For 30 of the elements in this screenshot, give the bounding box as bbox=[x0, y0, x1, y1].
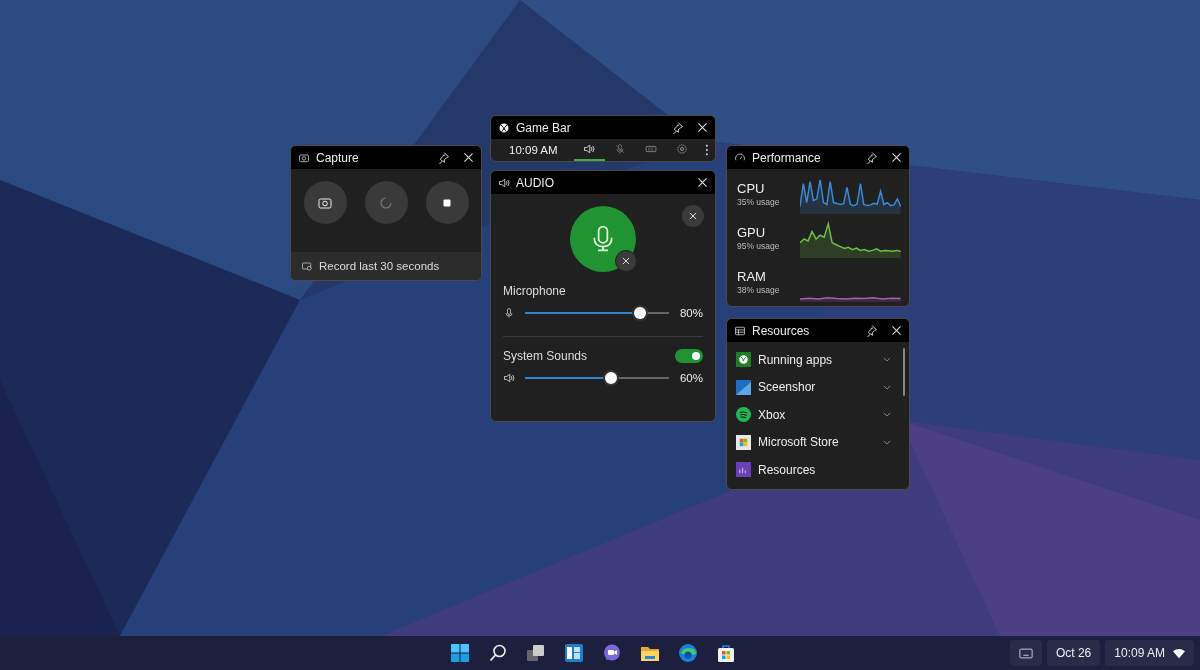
panel-title: Capture bbox=[316, 150, 359, 165]
resource-label: Sceenshor bbox=[758, 380, 817, 395]
metric-name: GPU bbox=[737, 225, 767, 240]
clock-text: 10:09 AM bbox=[1114, 646, 1165, 660]
usage-text: 35% usage bbox=[737, 197, 781, 207]
resource-item[interactable]: Running apps bbox=[736, 346, 891, 374]
volume-value: 60% bbox=[679, 372, 703, 384]
date-button[interactable]: Oct 26 bbox=[1046, 640, 1101, 666]
record-last-link[interactable]: Record last 30 seconds bbox=[319, 260, 440, 272]
metric-name: CPU bbox=[737, 181, 766, 196]
panel-title: AUDIO bbox=[516, 175, 554, 190]
system-sounds-label: System Sounds bbox=[503, 349, 588, 363]
resource-item[interactable]: Xbox bbox=[736, 401, 891, 429]
volume-value: 80% bbox=[679, 307, 703, 319]
resource-item[interactable]: Sceenshor bbox=[736, 373, 891, 401]
usage-text: 38% usage bbox=[737, 285, 781, 295]
resource-label: Running apps bbox=[758, 352, 834, 367]
panel-title: Game Bar bbox=[516, 120, 571, 135]
metric-name: RAM bbox=[737, 269, 767, 284]
resource-label: Microsoft Store bbox=[758, 435, 840, 450]
clock-button[interactable]: 10:09 AM bbox=[1105, 640, 1194, 666]
resource-item[interactable]: Resources bbox=[736, 456, 891, 484]
panel-title: Resources bbox=[752, 323, 810, 338]
resource-label: Resources bbox=[758, 462, 817, 477]
panel-title: Performance bbox=[752, 150, 821, 165]
resource-item[interactable]: Microsoft Store bbox=[736, 428, 891, 456]
resource-label: Xbox bbox=[758, 407, 787, 422]
usage-text: 95% usage bbox=[737, 241, 781, 251]
clock-text: 10:09 AM bbox=[509, 144, 558, 156]
microphone-label: Microphone bbox=[503, 284, 567, 298]
